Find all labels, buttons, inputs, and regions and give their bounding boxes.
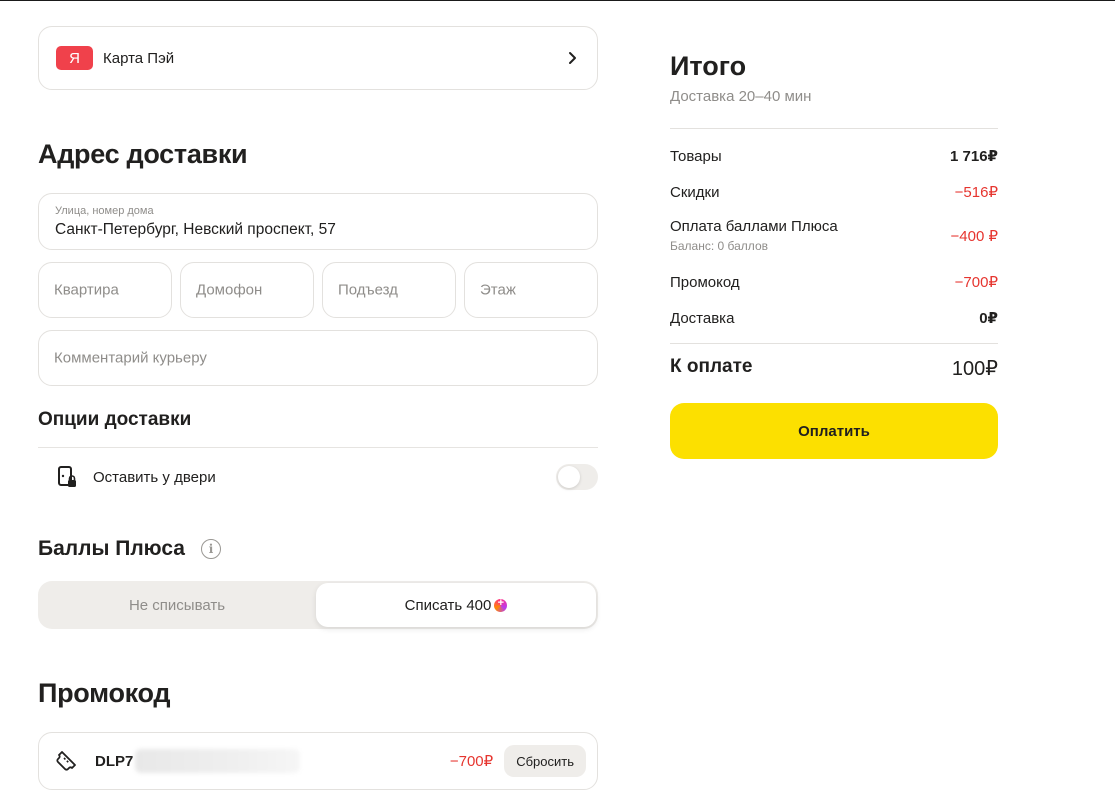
street-field[interactable]: Улица, номер дома Санкт-Петербург, Невск… — [38, 193, 598, 250]
summary-row-value: 1 716₽ — [950, 148, 998, 165]
summary-row-label: Оплата баллами Плюса — [670, 218, 838, 235]
intercom-placeholder: Домофон — [196, 281, 263, 299]
toggle-knob — [558, 466, 580, 488]
total-label: К оплате — [670, 356, 753, 377]
delivery-time: Доставка 20–40 мин — [670, 88, 812, 105]
reset-promo-button[interactable]: Сбросить — [504, 745, 586, 777]
entrance-field[interactable]: Подъезд — [322, 262, 456, 318]
summary-row-goods: Товары 1 716₽ — [670, 147, 998, 166]
entrance-placeholder: Подъезд — [338, 281, 398, 299]
summary-row-label: Скидки — [670, 183, 720, 201]
summary-row-label: Доставка — [670, 309, 735, 327]
divider — [670, 128, 998, 129]
summary-row-value: −400 ₽ — [950, 227, 999, 245]
floor-field[interactable]: Этаж — [464, 262, 598, 318]
leave-at-door-option[interactable]: Оставить у двери — [38, 450, 598, 504]
promo-code-card: DLP7 −700₽ Сбросить — [38, 732, 598, 790]
floor-placeholder: Этаж — [480, 281, 516, 299]
summary-row-value: −516₽ — [954, 184, 998, 201]
plus-points-selector: Не списывать Списать 400 — [38, 581, 598, 629]
summary-title: Итого — [670, 51, 747, 81]
plus-points-heading: Баллы Плюса — [38, 537, 185, 560]
courier-comment-field[interactable]: Комментарий курьеру — [38, 330, 598, 386]
summary-row-label-group: Оплата баллами Плюса Баланс: 0 баллов — [670, 218, 838, 253]
summary-row-delivery: Доставка 0₽ — [670, 309, 998, 328]
chevron-right-icon — [565, 51, 579, 65]
summary-row-plus-points: Оплата баллами Плюса Баланс: 0 баллов −4… — [670, 218, 998, 253]
delivery-options-heading: Опции доставки — [38, 409, 192, 430]
total-row: К оплате 100₽ — [670, 356, 998, 381]
ticket-icon — [54, 749, 78, 773]
apartment-placeholder: Квартира — [54, 281, 119, 299]
total-value: 100₽ — [951, 358, 998, 380]
address-heading: Адрес доставки — [38, 139, 248, 169]
summary-row-label: Промокод — [670, 273, 740, 291]
divider — [670, 343, 998, 344]
summary-row-label: Товары — [670, 147, 722, 165]
do-not-spend-option[interactable]: Не списывать — [40, 583, 314, 627]
intercom-field[interactable]: Домофон — [180, 262, 314, 318]
yandex-logo-icon: Я — [56, 46, 93, 70]
divider — [38, 447, 598, 448]
leave-at-door-label: Оставить у двери — [93, 468, 216, 486]
street-field-label: Улица, номер дома — [55, 205, 154, 217]
promo-code-redacted — [135, 749, 301, 773]
promo-heading: Промокод — [38, 678, 171, 708]
street-field-value: Санкт-Петербург, Невский проспект, 57 — [55, 221, 336, 238]
summary-row-discounts: Скидки −516₽ — [670, 183, 998, 202]
door-lock-icon — [57, 465, 77, 489]
spend-points-option[interactable]: Списать 400 — [316, 583, 596, 627]
summary-row-value: −700₽ — [954, 274, 998, 291]
spend-points-label: Списать 400 — [404, 596, 492, 614]
pay-button[interactable]: Оплатить — [670, 403, 998, 459]
summary-row-value: 0₽ — [979, 310, 998, 327]
apartment-field[interactable]: Квартира — [38, 262, 172, 318]
promo-discount-amount: −700₽ — [449, 753, 494, 770]
payment-method-card[interactable]: Я Карта Пэй — [38, 26, 598, 90]
plus-points-icon — [494, 597, 508, 612]
promo-code-value: DLP7 — [95, 752, 134, 770]
leave-at-door-toggle[interactable] — [556, 464, 598, 490]
payment-method-label: Карта Пэй — [103, 49, 175, 67]
info-icon[interactable]: i — [201, 539, 221, 559]
summary-row-promo: Промокод −700₽ — [670, 273, 998, 292]
courier-comment-placeholder: Комментарий курьеру — [54, 349, 207, 367]
plus-balance-note: Баланс: 0 баллов — [670, 239, 768, 253]
